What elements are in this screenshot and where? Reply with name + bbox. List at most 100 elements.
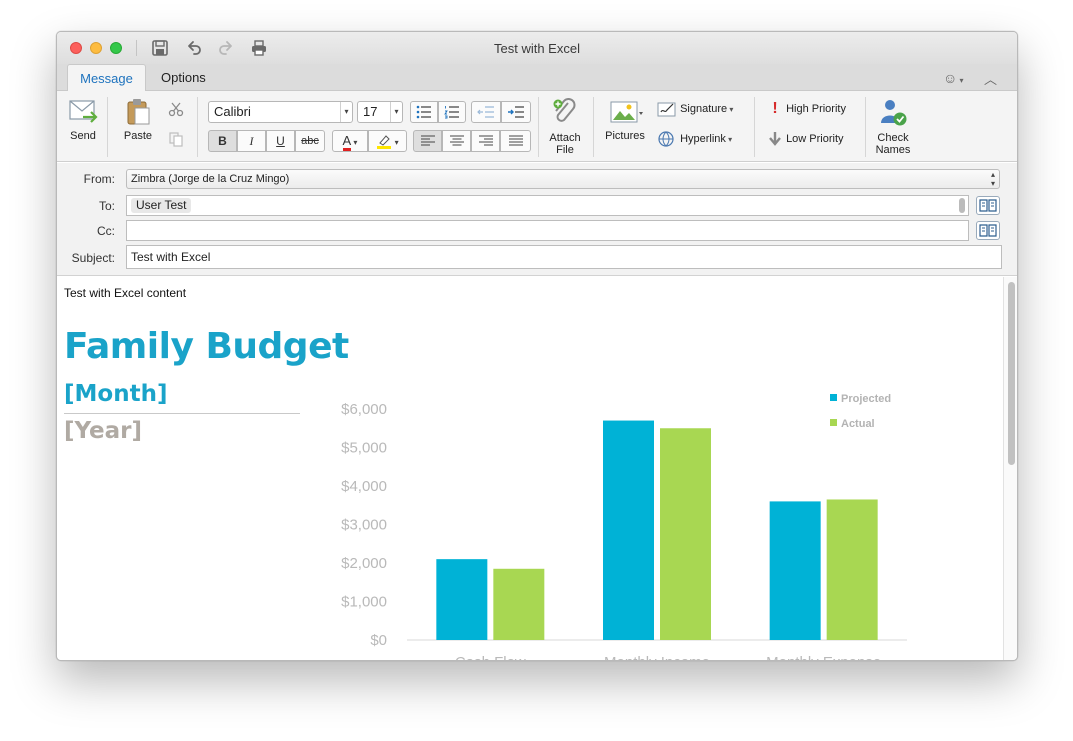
font-color-button[interactable]: A ▾: [332, 130, 368, 152]
scroll-thumb[interactable]: [1008, 282, 1015, 465]
copy-icon[interactable]: [168, 131, 184, 147]
align-center-icon: [449, 135, 464, 146]
ribbon-separator: [754, 97, 755, 157]
increase-indent-button[interactable]: [501, 101, 531, 123]
ribbon-separator: [538, 97, 539, 157]
font-size-value: 17: [363, 104, 378, 119]
cc-field[interactable]: [126, 220, 969, 241]
indent-icon: [508, 106, 524, 118]
check-names-label-2: Names: [875, 144, 911, 156]
y-tick-label: $0: [370, 632, 387, 649]
font-name-value: Calibri: [214, 104, 251, 119]
highlight-button[interactable]: ▾: [368, 130, 407, 152]
bar-projected-1: [603, 420, 654, 640]
underline-button[interactable]: U: [266, 130, 295, 152]
attach-file-button[interactable]: Attach File: [544, 97, 586, 156]
hyperlink-button[interactable]: Hyperlink ▾: [657, 130, 732, 148]
bullets-button[interactable]: [410, 101, 438, 123]
align-left-icon: [420, 135, 435, 146]
ribbon-toolbar: Send Paste Calibri ▾ 17 ▾ B I U abc A ▾ …: [57, 91, 1017, 162]
body-scrollbar[interactable]: [1003, 277, 1017, 660]
attach-label-2: File: [556, 144, 574, 156]
chevron-down-icon: ▾: [390, 102, 402, 122]
bar-actual-0: [493, 568, 545, 640]
numbered-list-icon: [444, 106, 459, 119]
y-tick-label: $3,000: [341, 517, 387, 534]
bar-projected-2: [769, 501, 821, 640]
ribbon-separator: [107, 97, 108, 157]
align-left-button[interactable]: [413, 130, 442, 152]
align-right-icon: [478, 135, 493, 146]
y-tick-label: $5,000: [341, 440, 387, 457]
message-body[interactable]: Test with Excel content Family Budget [M…: [57, 277, 1003, 661]
paste-button[interactable]: Paste: [119, 97, 157, 142]
address-book-icon[interactable]: [976, 196, 1000, 215]
signature-button[interactable]: Signature ▾: [657, 100, 733, 118]
legend-label: Actual: [841, 418, 875, 430]
check-names-icon: [881, 100, 907, 126]
paperclip-icon: [553, 98, 576, 122]
justify-icon: [508, 135, 523, 146]
font-color-glyph: A: [342, 134, 352, 151]
align-center-button[interactable]: [442, 130, 471, 152]
outdent-icon: [477, 106, 494, 118]
address-book-glyph: [979, 199, 997, 212]
picture-icon: [610, 101, 643, 123]
justify-button[interactable]: [500, 130, 531, 152]
from-value: Zimbra (Jorge de la Cruz Mingo): [131, 173, 290, 185]
font-name-combo[interactable]: Calibri ▾: [208, 101, 353, 123]
divider: [64, 413, 300, 414]
to-field-scrollbar[interactable]: [959, 198, 965, 213]
italic-button[interactable]: I: [237, 130, 266, 152]
bold-button[interactable]: B: [208, 130, 237, 152]
x-tick-label: Cash Flow: [455, 654, 526, 661]
from-label: From:: [83, 172, 115, 186]
legend-swatch: [830, 419, 837, 426]
strikethrough-button[interactable]: abc: [295, 130, 325, 152]
low-priority-button[interactable]: Low Priority: [767, 130, 844, 148]
y-tick-label: $1,000: [341, 594, 387, 611]
signature-icon: [657, 102, 676, 117]
window-title: Test with Excel: [494, 41, 580, 56]
to-field[interactable]: User Test: [126, 195, 969, 216]
cut-icon[interactable]: [168, 101, 184, 117]
collapse-ribbon-icon[interactable]: ︿: [984, 69, 997, 88]
budget-month: [Month]: [64, 381, 168, 407]
cc-label: Cc:: [97, 224, 115, 238]
check-names-label: Check: [877, 132, 909, 144]
from-select[interactable]: Zimbra (Jorge de la Cruz Mingo) ▴ ▾: [126, 169, 1000, 189]
decrease-indent-button[interactable]: [471, 101, 501, 123]
feedback-smiley-icon[interactable]: ☺ ▾: [943, 70, 967, 86]
exclamation-icon: !: [772, 100, 778, 118]
high-priority-label: High Priority: [786, 103, 846, 115]
ribbon-separator: [197, 97, 198, 157]
check-names-button[interactable]: Check Names: [871, 97, 915, 156]
numbering-button[interactable]: [438, 101, 466, 123]
pictures-label: Pictures: [605, 130, 645, 142]
send-label: Send: [70, 130, 96, 142]
tab-message[interactable]: Message: [67, 64, 146, 92]
low-priority-label: Low Priority: [786, 133, 844, 145]
bullet-list-icon: [416, 105, 431, 119]
paste-label: Paste: [123, 130, 153, 142]
subject-field[interactable]: Test with Excel: [126, 245, 1002, 269]
font-size-combo[interactable]: 17 ▾: [357, 101, 403, 123]
address-book-icon[interactable]: [976, 221, 1000, 240]
y-tick-label: $2,000: [341, 555, 387, 572]
tab-options[interactable]: Options: [149, 64, 218, 92]
paste-icon: [127, 99, 150, 125]
high-priority-button[interactable]: ! High Priority: [767, 100, 846, 118]
mail-compose-window: Test with Excel Message Options ☺ ▾ ︿ Se…: [56, 31, 1018, 661]
send-button[interactable]: Send: [65, 97, 101, 142]
signature-label: Signature: [680, 103, 728, 115]
arrow-down-icon: [769, 132, 781, 146]
bar-projected-0: [436, 559, 488, 640]
y-tick-label: $4,000: [341, 478, 387, 495]
recipient-token[interactable]: User Test: [131, 198, 192, 213]
title-bar: Test with Excel: [57, 32, 1017, 64]
align-right-button[interactable]: [471, 130, 500, 152]
y-tick-label: $6,000: [341, 401, 387, 418]
chevron-down-icon: ▾: [340, 102, 352, 122]
ribbon-separator: [593, 97, 594, 157]
pictures-button[interactable]: Pictures: [601, 99, 649, 142]
